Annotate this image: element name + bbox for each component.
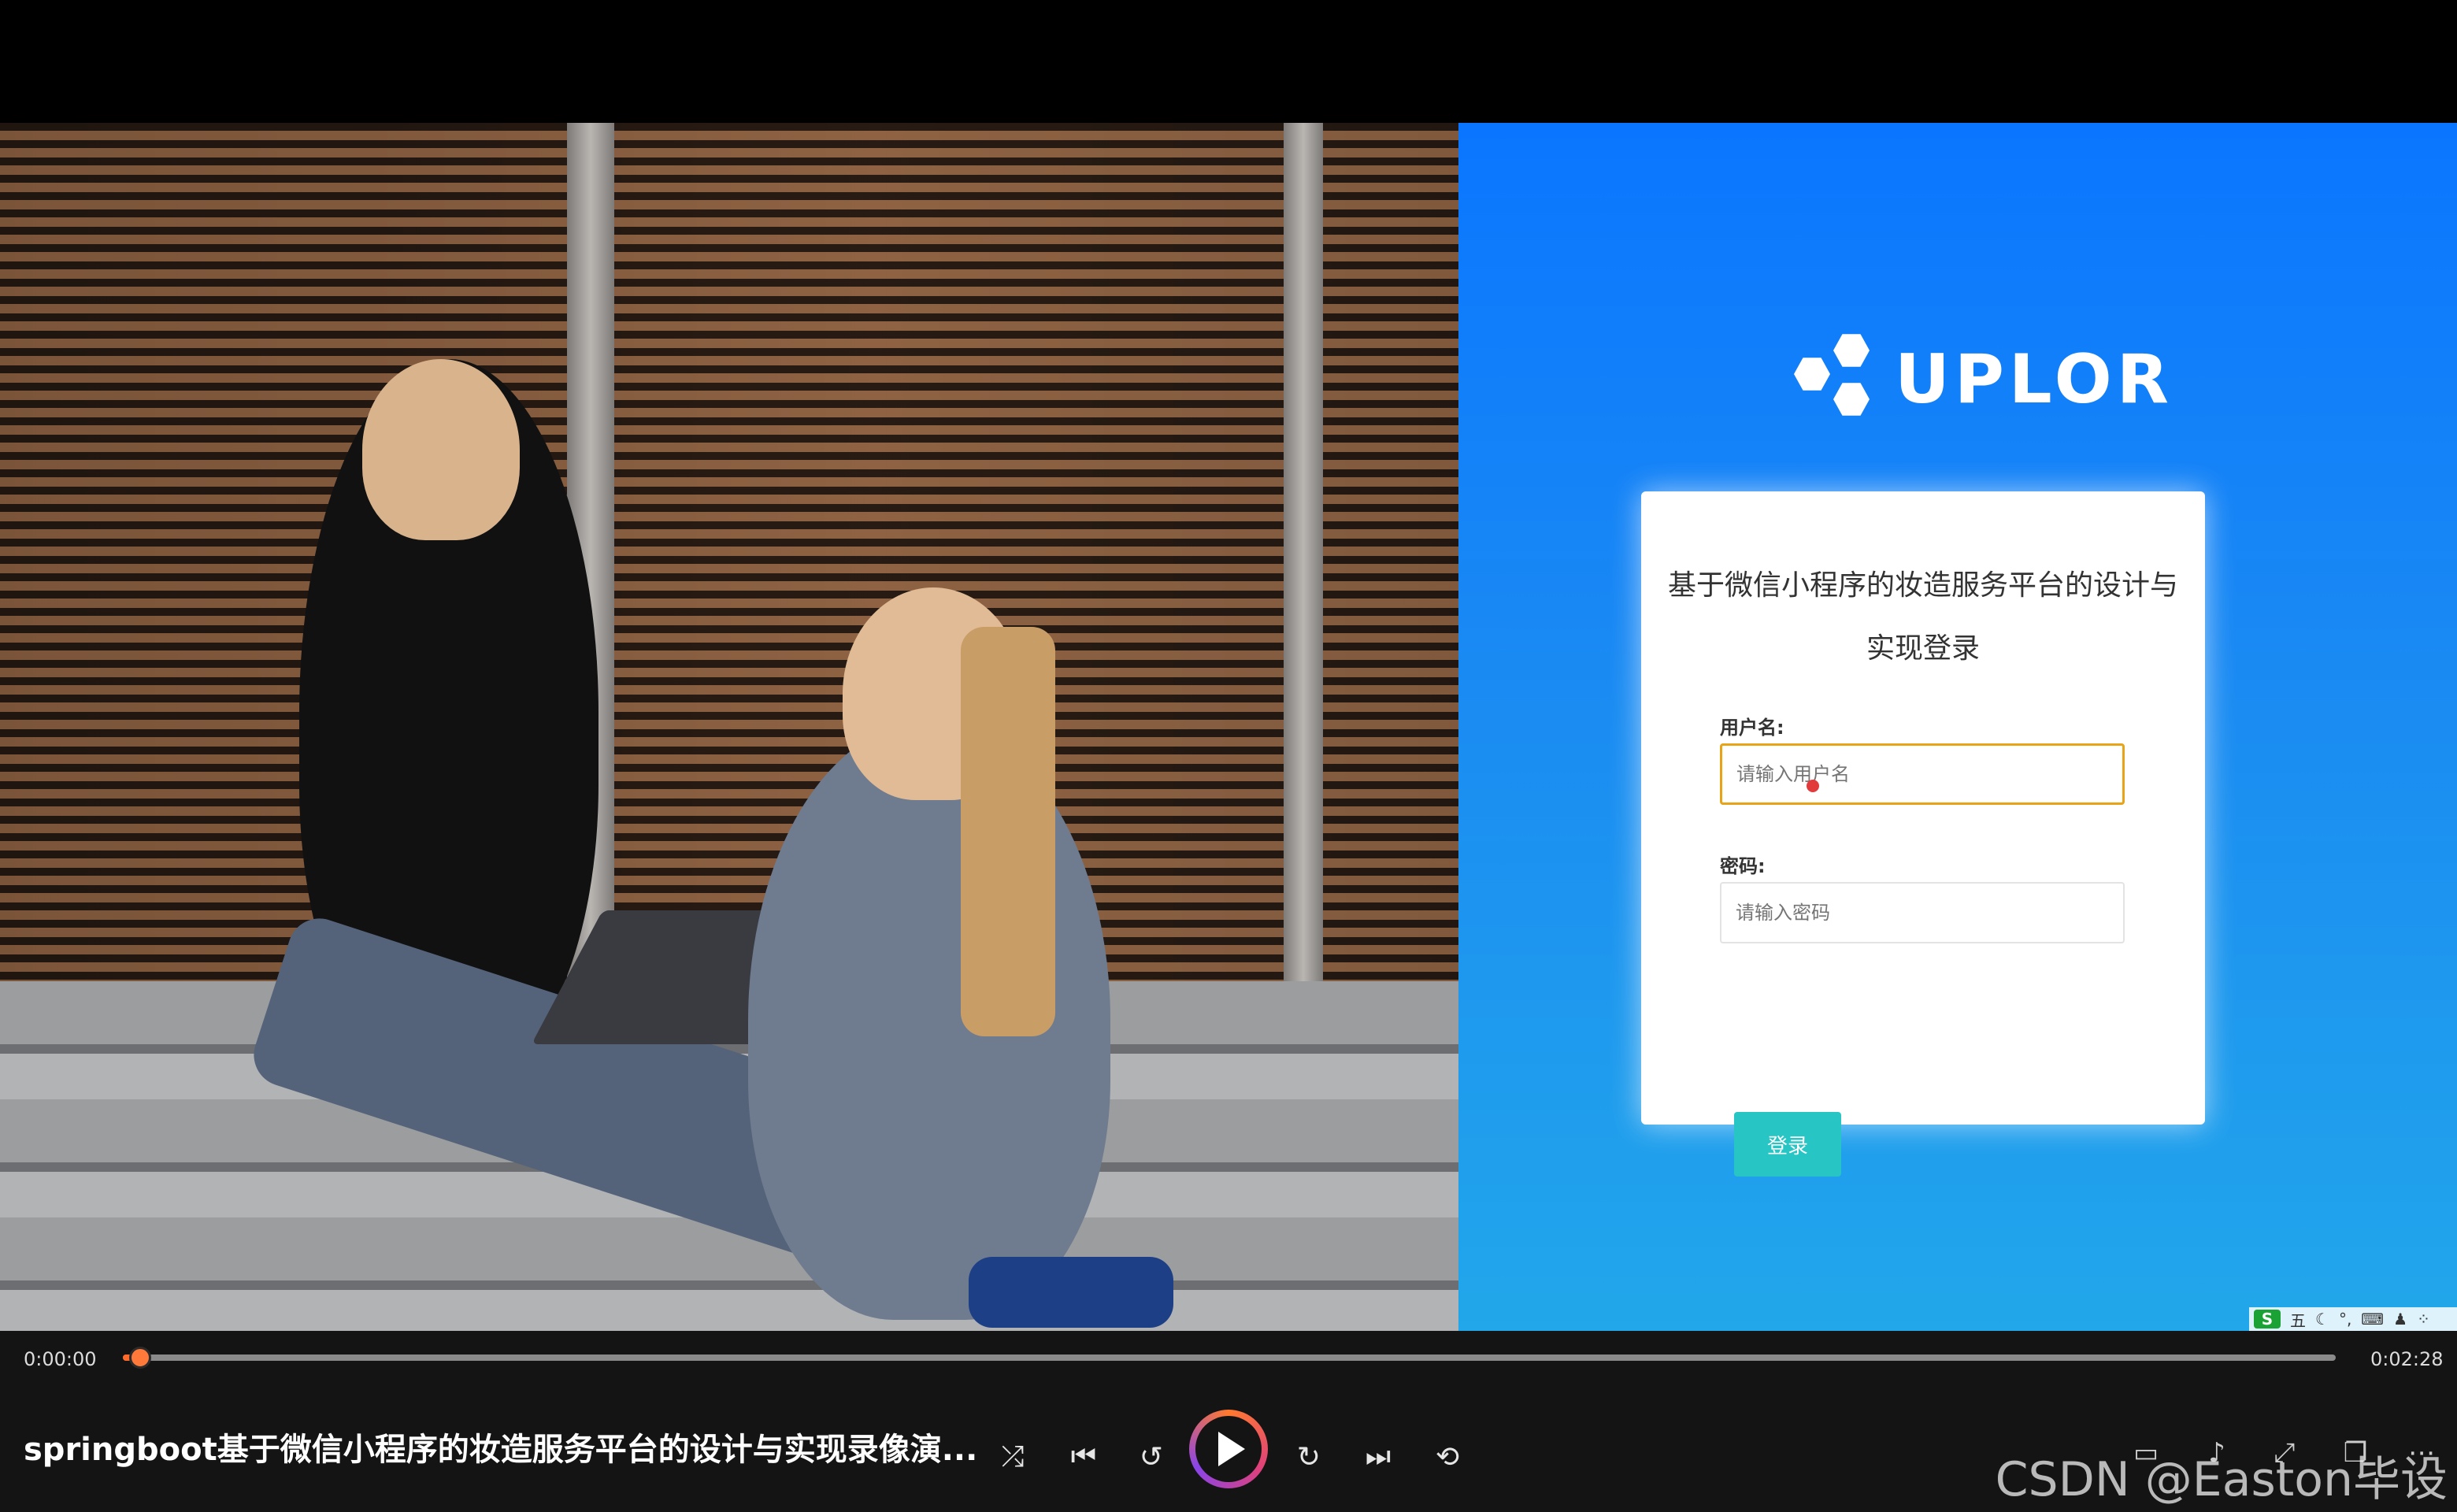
play-button[interactable] — [1189, 1410, 1268, 1488]
top-black-bar — [0, 0, 2457, 123]
logo-hexagon-icon — [1794, 332, 1888, 427]
person-right — [748, 721, 1110, 1320]
login-title: 基于微信小程序的妆造服务平台的设计与实现登录 — [1667, 569, 2178, 665]
rewind-10-icon[interactable]: ↺ — [1128, 1433, 1175, 1480]
login-card: 基于微信小程序的妆造服务平台的设计与实现登录 用户名: 密码: 登录 — [1641, 491, 2205, 1177]
punctuation-icon[interactable]: °, — [2339, 1310, 2351, 1329]
previous-icon[interactable]: ⏮ — [1060, 1433, 1107, 1480]
next-icon[interactable]: ⏭ — [1354, 1433, 1402, 1480]
progress-knob[interactable] — [129, 1347, 151, 1369]
moon-icon[interactable]: ☾ — [2315, 1310, 2329, 1329]
person-left-head — [362, 359, 520, 540]
forward-30-icon[interactable]: ↻ — [1285, 1433, 1332, 1480]
grid-icon[interactable]: ⁘ — [2417, 1310, 2430, 1329]
login-button[interactable]: 登录 — [1734, 1112, 1841, 1177]
watermark: CSDN @Easton毕设 — [1995, 1452, 2448, 1507]
play-icon — [1218, 1432, 1245, 1466]
sneakers — [969, 1257, 1173, 1328]
total-time: 0:02:28 — [2370, 1348, 2444, 1370]
mouse-cursor — [1807, 780, 1819, 792]
progress-bar[interactable] — [123, 1347, 2336, 1369]
player-controls: 0:00:00 0:02:28 springboot基于微信小程序的妆造服务平台… — [0, 1331, 2457, 1512]
pillar — [1284, 123, 1323, 981]
login-panel: UPLOR 基于微信小程序的妆造服务平台的设计与实现登录 用户名: 密码: 登录 — [1458, 123, 2457, 1331]
username-input[interactable] — [1720, 743, 2125, 805]
video-frame[interactable]: UPLOR 基于微信小程序的妆造服务平台的设计与实现登录 用户名: 密码: 登录… — [0, 123, 2457, 1331]
video-title: springboot基于微信小程序的妆造服务平台的设计与实现录像演... — [24, 1432, 978, 1468]
person-right-hair — [961, 627, 1055, 1036]
loop-icon[interactable]: ⟲ — [1424, 1433, 1471, 1480]
ime-mode[interactable]: 五 — [2290, 1308, 2306, 1331]
current-time: 0:00:00 — [24, 1348, 97, 1370]
shuffle-icon[interactable]: ⤮ — [989, 1433, 1036, 1480]
logo: UPLOR — [1794, 332, 2174, 427]
logo-text: UPLOR — [1895, 340, 2174, 419]
password-label: 密码: — [1720, 855, 1766, 877]
user-icon[interactable]: ♟ — [2393, 1310, 2407, 1329]
background-photo — [0, 123, 1458, 1331]
password-input[interactable] — [1720, 882, 2125, 943]
keyboard-icon[interactable]: ⌨ — [2361, 1310, 2384, 1329]
wooden-blinds — [0, 123, 1458, 981]
username-label: 用户名: — [1720, 717, 1784, 739]
sogou-logo-icon: S — [2254, 1310, 2281, 1329]
ime-toolbar[interactable]: S 五 ☾ °, ⌨ ♟ ⁘ — [2249, 1307, 2457, 1331]
